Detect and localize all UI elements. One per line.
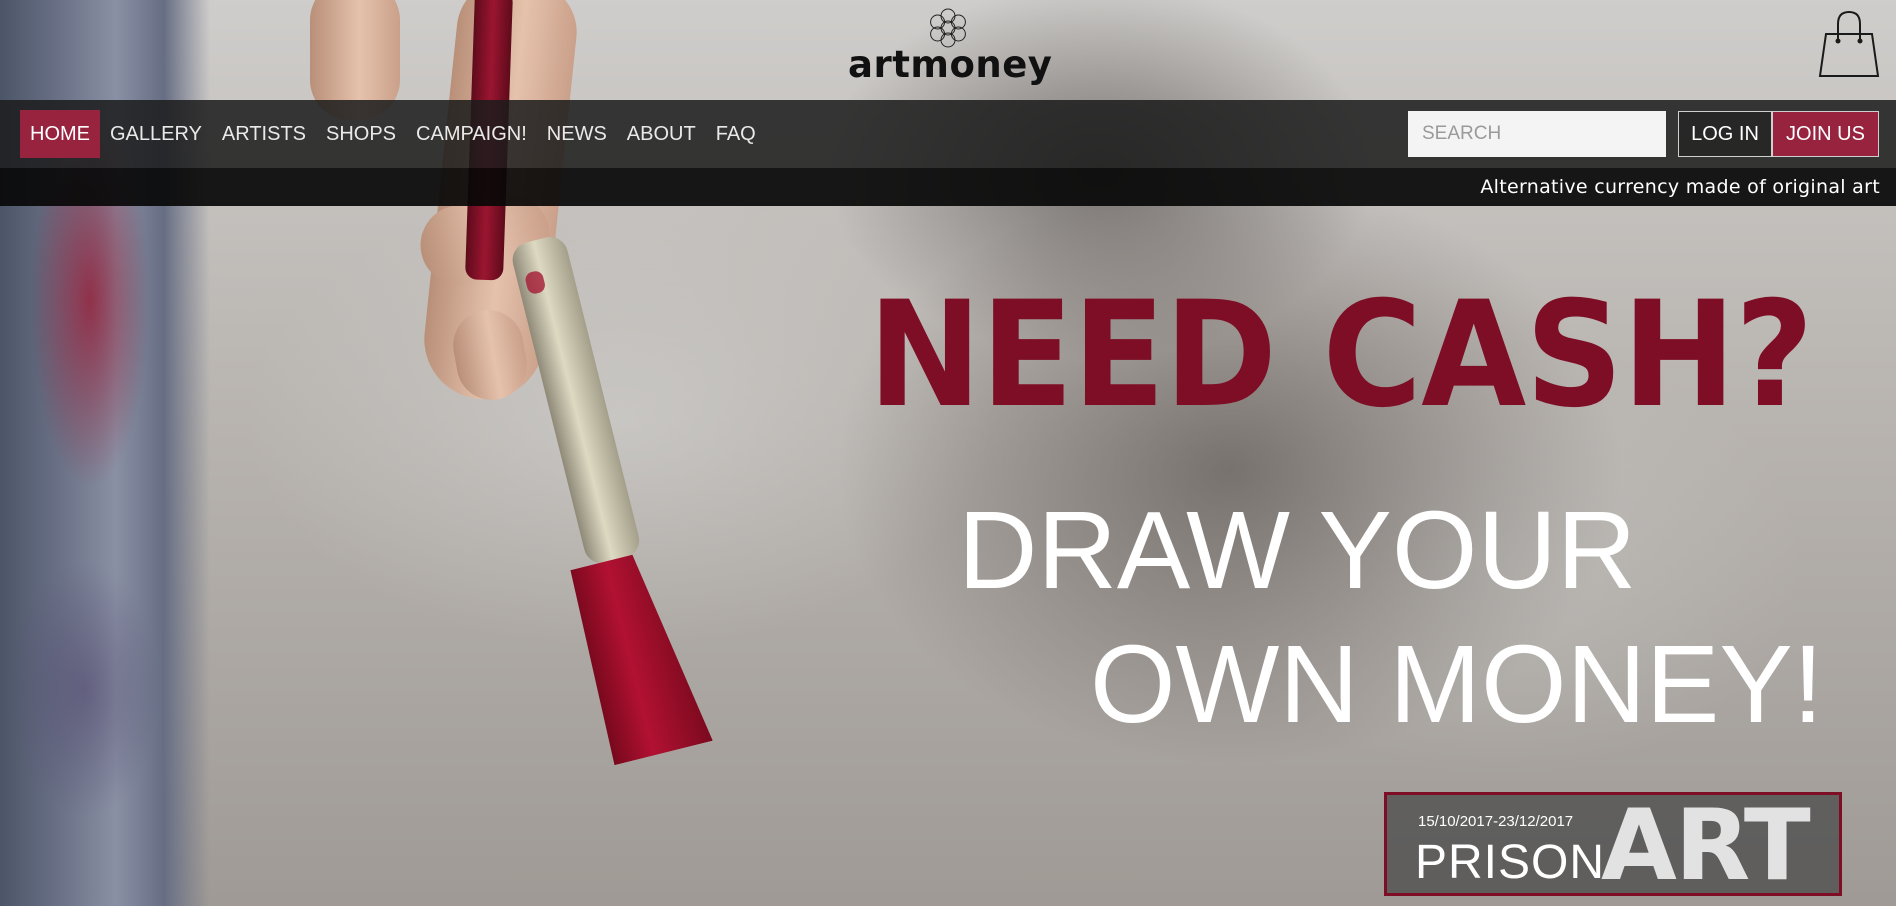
login-button[interactable]: LOG IN: [1678, 111, 1772, 157]
nav-item-about[interactable]: ABOUT: [617, 110, 706, 158]
shopping-bag-icon: [1818, 10, 1880, 77]
tagline-bar: Alternative currency made of original ar…: [0, 168, 1896, 206]
nav-item-news[interactable]: NEWS: [537, 110, 617, 158]
nav-item-home[interactable]: HOME: [20, 110, 100, 158]
banner-title-art: ART: [1601, 792, 1811, 896]
nav-item-campaign[interactable]: CAMPAIGN!: [406, 110, 537, 158]
paintbrush-image: [508, 233, 644, 567]
banner-title-prison: PRISON: [1415, 836, 1606, 889]
hero-subline-2: OWN MONEY!: [1090, 623, 1824, 746]
site-tagline: Alternative currency made of original ar…: [1480, 176, 1880, 198]
main-nav: HOME GALLERY ARTISTS SHOPS CAMPAIGN! NEW…: [20, 110, 766, 158]
cart-button[interactable]: [1818, 10, 1880, 78]
brand-name: artmoney: [848, 43, 1053, 86]
nav-item-gallery[interactable]: GALLERY: [100, 110, 212, 158]
join-button[interactable]: JOIN US: [1772, 111, 1879, 157]
site-logo[interactable]: artmoney: [848, 6, 1053, 90]
banner-dates: 15/10/2017-23/12/2017: [1418, 813, 1574, 830]
nav-item-faq[interactable]: FAQ: [706, 110, 766, 158]
prison-art-banner[interactable]: 15/10/2017-23/12/2017 PRISON ART: [1384, 792, 1842, 896]
nav-item-artists[interactable]: ARTISTS: [212, 110, 316, 158]
nav-item-shops[interactable]: SHOPS: [316, 110, 406, 158]
search-input[interactable]: [1408, 111, 1666, 157]
paintbrush-tip-image: [558, 547, 713, 768]
hero-headline: NEED CASH?: [868, 270, 1814, 440]
hero-subline-1: DRAW YOUR: [958, 489, 1637, 612]
